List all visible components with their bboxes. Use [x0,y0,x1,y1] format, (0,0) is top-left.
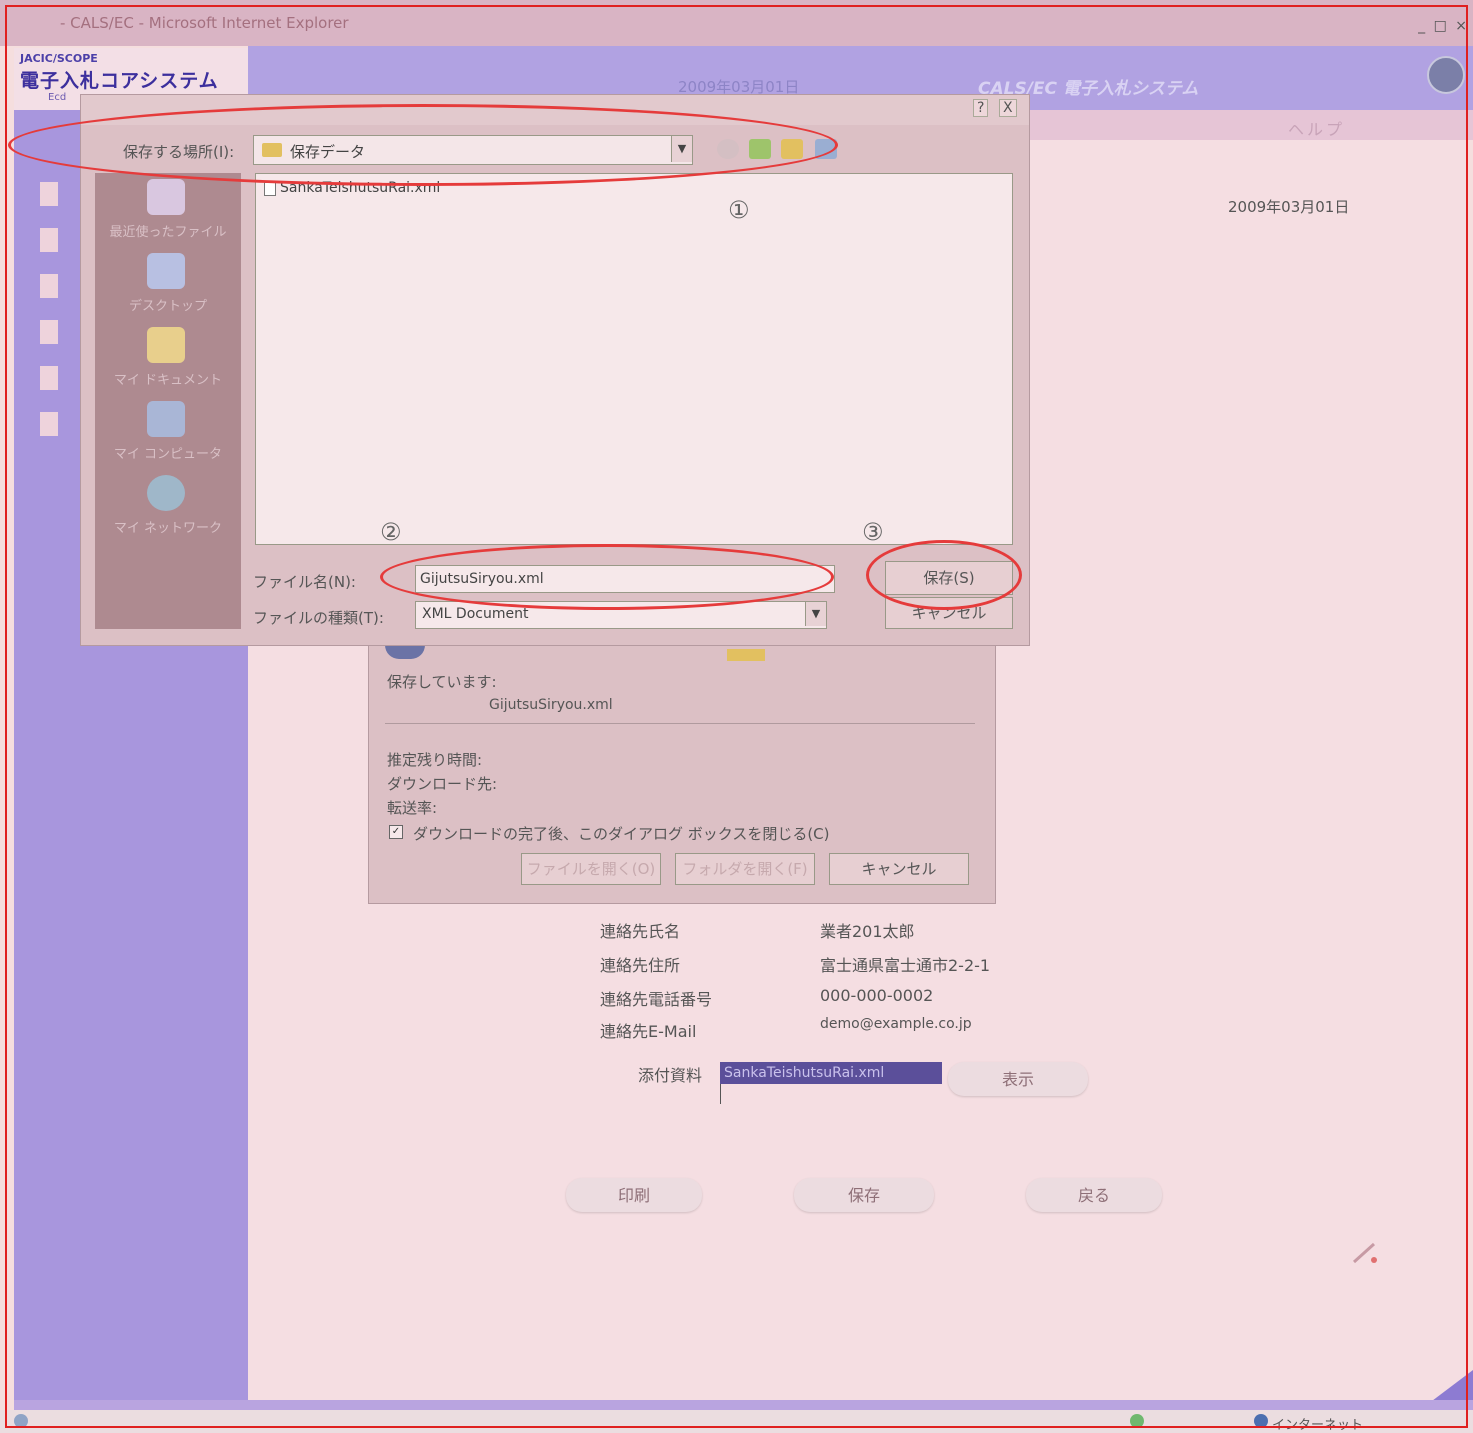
annotation-frame [5,5,1468,1428]
